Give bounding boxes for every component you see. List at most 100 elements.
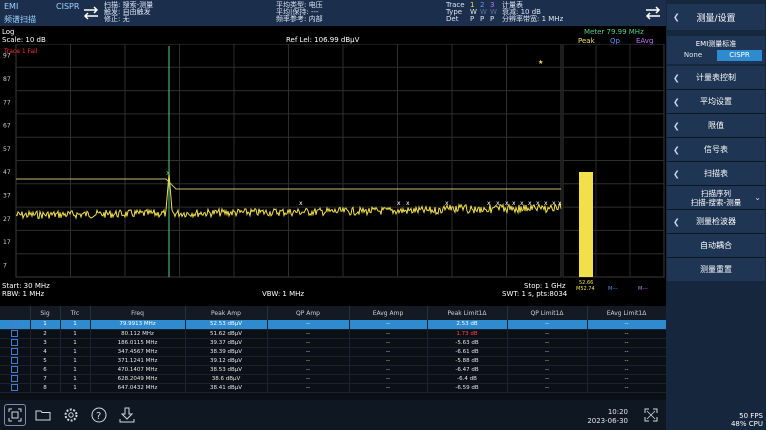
stop-freq: Stop: 1 GHz: [524, 282, 566, 290]
row-checkbox[interactable]: [11, 357, 19, 364]
cell-eavg: --: [349, 338, 428, 348]
table-row[interactable]: 7 1 628.2049 MHz 38.6 dBμV -- -- -6.4 dB…: [0, 374, 667, 384]
trace-fail-label: Trace 1 Fail: [3, 48, 38, 55]
mode-emi-label[interactable]: EMI: [4, 2, 18, 11]
screenshot-icon[interactable]: [4, 404, 26, 426]
settings-icon[interactable]: [60, 404, 82, 426]
cell-qp-limit: --: [507, 356, 588, 366]
row-checkbox[interactable]: [11, 339, 19, 346]
col-freq[interactable]: Freq: [90, 306, 186, 320]
cell-peak-limit: -6.47 dB: [427, 365, 508, 375]
col-select: [0, 306, 31, 320]
row-checkbox[interactable]: [11, 330, 19, 337]
col-qp-amp[interactable]: QP Amp: [267, 306, 350, 320]
meter-tab-eavg[interactable]: EAvg: [636, 37, 653, 45]
emi-standard-label: EMI测量标准: [695, 40, 737, 48]
meter-panel: [562, 44, 665, 278]
cell-freq: 79.9913 MHz: [90, 320, 186, 330]
peak-marker: x: [406, 200, 410, 207]
table-row[interactable]: 3 1 186.0115 MHz 39.37 dBμV -- -- -5.63 …: [0, 338, 667, 348]
col-peak-amp[interactable]: Peak Amp: [185, 306, 268, 320]
swap-arrows-right-icon[interactable]: [644, 6, 662, 20]
cell-eavg: --: [349, 365, 428, 375]
col-eavg-amp[interactable]: EAvg Amp: [349, 306, 428, 320]
col-sig[interactable]: Sig: [30, 306, 61, 320]
cell-qp-limit: --: [507, 383, 588, 393]
cell-qp: --: [267, 338, 350, 348]
clock-time: 10:20: [607, 408, 628, 416]
std-cispr-option[interactable]: CISPR: [717, 50, 762, 61]
cell-qp-limit: --: [507, 365, 588, 375]
divider: [667, 257, 765, 258]
cell-trc: 1: [60, 356, 91, 366]
meter-tab-peak[interactable]: Peak: [578, 37, 595, 45]
menu-meter-control[interactable]: ❮ 计量表控制: [667, 66, 765, 89]
col-peak-limit[interactable]: Peak Limit1Δ: [427, 306, 508, 320]
meter-tab-qp[interactable]: Qp: [610, 37, 620, 45]
signal-table: Sig Trc Freq Peak Amp QP Amp EAvg Amp Pe…: [0, 306, 667, 400]
table-row[interactable]: 1 1 79.9913 MHz 52.53 dBμV -- -- 2.53 dB…: [0, 320, 667, 330]
menu-avg-settings[interactable]: ❮ 平均设置: [667, 90, 765, 113]
cell-sig: 8: [30, 383, 61, 393]
chevron-down-icon: ⌄: [754, 193, 761, 202]
row-checkbox[interactable]: [11, 384, 19, 391]
cell-sig: 3: [30, 338, 61, 348]
menu-signal-table[interactable]: ❮ 信号表: [667, 138, 765, 161]
table-row[interactable]: 6 1 470.1407 MHz 38.53 dBμV -- -- -6.47 …: [0, 365, 667, 375]
cell-trc: 1: [60, 365, 91, 375]
cell-eavg-limit: --: [587, 320, 667, 330]
spectrum-plot[interactable]: 9787776757473727177 Trace 1 Fail x xxxxx…: [0, 44, 666, 284]
folder-icon[interactable]: [32, 404, 54, 426]
cell-qp: --: [267, 383, 350, 393]
cell-peak-limit: -6.59 dB: [427, 383, 508, 393]
cell-sig: 5: [30, 356, 61, 366]
cell-sig: 1: [30, 320, 61, 330]
menu-auto-couple[interactable]: 自动耦合: [667, 234, 765, 257]
swap-arrows-icon[interactable]: [82, 6, 100, 20]
cell-qp: --: [267, 365, 350, 375]
row-checkbox[interactable]: [11, 366, 19, 373]
cell-eavg-limit: --: [587, 347, 667, 357]
menu-limits[interactable]: ❮ 限值: [667, 114, 765, 137]
cell-peak: 38.39 dBμV: [185, 347, 268, 357]
cell-peak-limit: -6.4 dB: [427, 374, 508, 384]
table-row[interactable]: 5 1 371.1241 MHz 39.12 dBμV -- -- -5.88 …: [0, 356, 667, 366]
menu-detector[interactable]: ❮ 测量检波器: [667, 210, 765, 233]
cell-qp-limit: --: [507, 320, 588, 330]
divider: [667, 137, 765, 138]
cell-freq: 628.2049 MHz: [90, 374, 186, 384]
col-eavg-limit[interactable]: EAvg Limit1Δ: [587, 306, 667, 320]
col-qp-limit[interactable]: QP Limit1Δ: [507, 306, 588, 320]
menu-scan-table[interactable]: ❮ 扫描表: [667, 162, 765, 185]
mode-cispr-label[interactable]: CISPR: [56, 2, 79, 11]
table-row[interactable]: 8 1 647.0432 MHz 38.41 dBμV -- -- -6.59 …: [0, 383, 667, 393]
col-trc[interactable]: Trc: [60, 306, 91, 320]
y-tick-label: 7: [3, 262, 7, 269]
download-icon[interactable]: [116, 404, 138, 426]
menu-label: 信号表: [704, 145, 728, 154]
cell-eavg: --: [349, 374, 428, 384]
panel-title-button[interactable]: ❮ 测量/设置: [667, 4, 765, 30]
menu-label: 扫描序列 扫描-搜索-测量: [690, 189, 742, 207]
std-none-option[interactable]: None: [671, 50, 715, 61]
cell-eavg-limit: --: [587, 365, 667, 375]
row-checkbox[interactable]: [11, 375, 19, 382]
cell-qp: --: [267, 356, 350, 366]
menu-label: 测量检波器: [696, 217, 736, 226]
table-row[interactable]: 4 1 347.4567 MHz 38.39 dBμV -- -- -6.61 …: [0, 347, 667, 357]
menu-scan-sequence[interactable]: 扫描序列 扫描-搜索-测量 ⌄: [667, 186, 765, 210]
help-icon[interactable]: ?: [88, 404, 110, 426]
y-tick-label: 27: [3, 216, 11, 223]
row-checkbox[interactable]: [11, 320, 19, 328]
fullscreen-icon[interactable]: [640, 404, 662, 426]
table-row[interactable]: 2 1 80.112 MHz 51.62 dBμV -- -- 1.73 dB …: [0, 329, 667, 339]
ref-level: Ref Lel: 106.99 dBμV: [286, 36, 360, 44]
mode-sub-label[interactable]: 频谱扫描: [4, 14, 36, 25]
emi-standard-group: EMI测量标准 None CISPR: [667, 36, 765, 64]
row-checkbox[interactable]: [11, 348, 19, 355]
cell-sig: 4: [30, 347, 61, 357]
peak-marker: x: [544, 200, 548, 207]
menu-measure-reset[interactable]: 测量重置: [667, 258, 765, 281]
y-tick-label: 37: [3, 192, 11, 199]
cell-peak-limit: 1.73 dB: [427, 329, 508, 339]
